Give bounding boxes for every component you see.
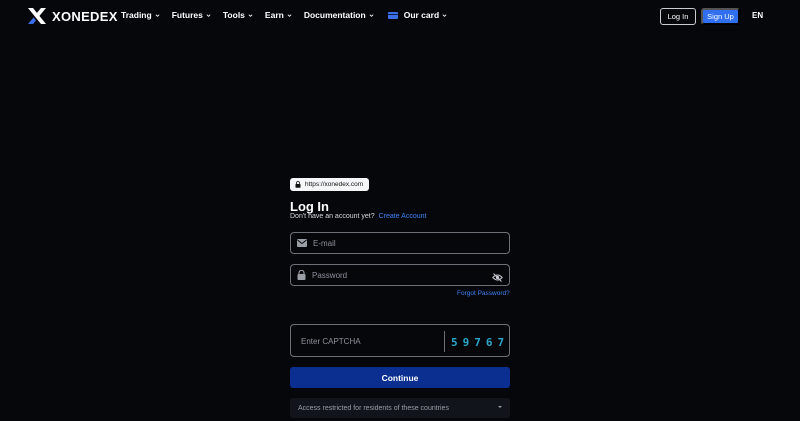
url-text: https://xonedex.com <box>305 181 364 188</box>
nav-our-card-label: Our card <box>403 10 440 20</box>
chevron-down-icon <box>155 13 160 17</box>
xonedex-logo-icon <box>28 8 46 24</box>
main-nav: Trading Futures Tools Earn Documentation… <box>121 10 459 20</box>
envelope-icon <box>297 239 307 247</box>
restricted-countries-dropdown[interactable]: Access restricted for residents of these… <box>290 398 510 418</box>
nav-trading-label: Trading <box>121 10 152 20</box>
chevron-down-icon <box>369 13 374 17</box>
url-indicator: https://xonedex.com <box>290 178 369 191</box>
top-header: XONEDEX Trading Futures Tools Earn Docum… <box>0 0 800 33</box>
password-field[interactable]: Password <box>290 264 510 286</box>
nav-futures-label: Futures <box>171 10 203 20</box>
email-placeholder: E-mail <box>313 238 336 248</box>
nav-documentation[interactable]: Documentation <box>304 10 374 20</box>
chevron-down-icon <box>248 13 253 17</box>
lock-icon <box>297 270 306 280</box>
nav-trading[interactable]: Trading <box>121 10 160 20</box>
logo-text: XONEDEX <box>52 8 118 24</box>
signup-prompt: Don't have an account yet? Create Accoun… <box>290 213 426 220</box>
lock-icon <box>295 181 301 188</box>
captcha-divider <box>444 331 445 352</box>
chevron-down-icon <box>206 13 211 17</box>
signup-prompt-text: Don't have an account yet? <box>290 213 375 220</box>
nav-tools-label: Tools <box>222 10 245 20</box>
captcha-code: 59767 <box>451 336 510 349</box>
captcha-placeholder: Enter CAPTCHA <box>301 337 361 346</box>
credit-card-icon <box>387 11 398 19</box>
nav-documentation-label: Documentation <box>303 10 366 20</box>
logo[interactable]: XONEDEX <box>28 8 118 24</box>
nav-our-card[interactable]: Our card <box>387 10 447 20</box>
nav-tools[interactable]: Tools <box>223 10 253 20</box>
caret-down-icon <box>498 406 502 408</box>
page-title: Log In <box>290 199 329 214</box>
eye-off-icon[interactable] <box>492 270 503 288</box>
captcha-field[interactable]: Enter CAPTCHA 59767 <box>290 324 510 357</box>
chevron-down-icon <box>287 13 292 17</box>
continue-button[interactable]: Continue <box>290 367 510 388</box>
language-selector[interactable]: EN <box>752 11 763 20</box>
restricted-countries-text: Access restricted for residents of these… <box>298 404 449 412</box>
nav-futures[interactable]: Futures <box>172 10 211 20</box>
forgot-password-link[interactable]: Forgot Password? <box>457 290 510 297</box>
header-login-button[interactable]: Log In <box>660 8 696 25</box>
header-signup-button[interactable]: Sign Up <box>701 8 740 25</box>
chevron-down-icon <box>442 13 447 17</box>
create-account-link[interactable]: Create Account <box>379 213 427 220</box>
nav-earn[interactable]: Earn <box>265 10 292 20</box>
nav-earn-label: Earn <box>264 10 284 20</box>
email-field[interactable]: E-mail <box>290 232 510 254</box>
password-placeholder: Password <box>312 270 348 280</box>
